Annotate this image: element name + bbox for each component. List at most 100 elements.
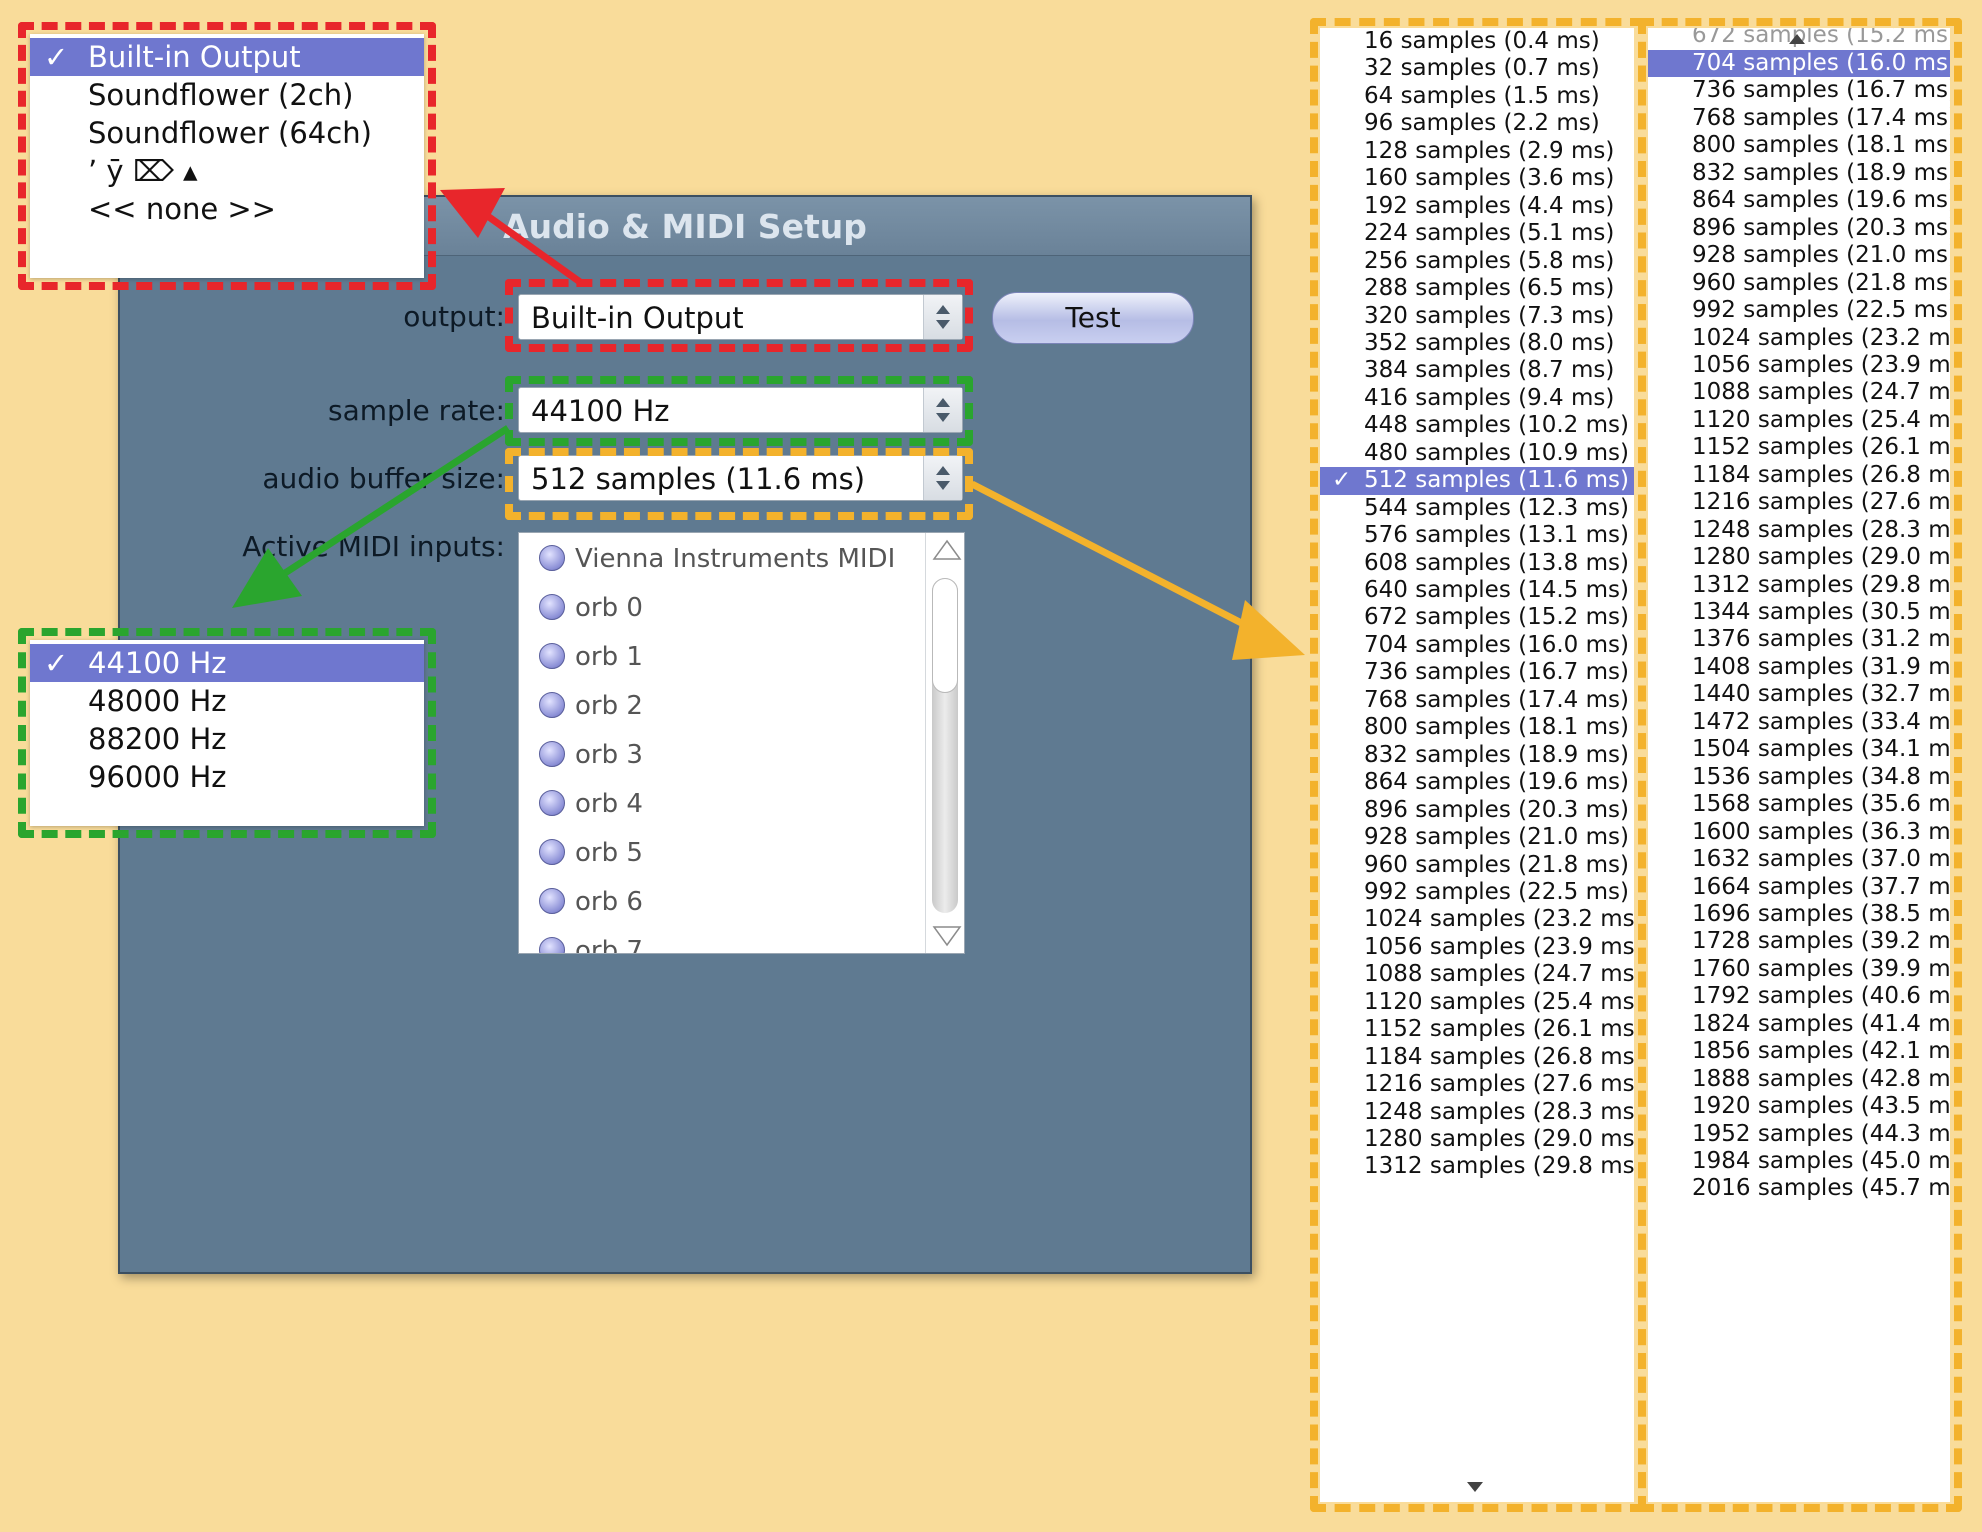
- buffer-menu-right-item[interactable]: 1952 samples (44.3 ms): [1648, 1121, 1950, 1148]
- buffer-menu-left-item[interactable]: 832 samples (18.9 ms): [1320, 742, 1634, 769]
- buffer-menu-left-item[interactable]: 416 samples (9.4 ms): [1320, 385, 1634, 412]
- buffer-menu-right-item[interactable]: 992 samples (22.5 ms): [1648, 297, 1950, 324]
- buffer-menu-right-item[interactable]: 1632 samples (37.0 ms): [1648, 846, 1950, 873]
- buffer-menu-right-item[interactable]: 768 samples (17.4 ms): [1648, 105, 1950, 132]
- buffer-menu-left-item[interactable]: 928 samples (21.0 ms): [1320, 824, 1634, 851]
- menu-item-label: 192 samples (4.4 ms): [1364, 192, 1615, 219]
- buffer-menu-left-item[interactable]: 864 samples (19.6 ms): [1320, 769, 1634, 796]
- buffer-menu-left-item[interactable]: 1216 samples (27.6 ms): [1320, 1071, 1634, 1098]
- buffer-menu-right-item[interactable]: 1056 samples (23.9 ms): [1648, 352, 1950, 379]
- buffer-menu-left-item[interactable]: 768 samples (17.4 ms): [1320, 687, 1634, 714]
- buffer-menu-right-item[interactable]: 864 samples (19.6 ms): [1648, 187, 1950, 214]
- buffer-menu-left-item[interactable]: 352 samples (8.0 ms): [1320, 330, 1634, 357]
- buffer-menu-left-item[interactable]: 1312 samples (29.8 ms): [1320, 1153, 1634, 1180]
- buffer-menu-left-item[interactable]: 736 samples (16.7 ms): [1320, 659, 1634, 686]
- checkmark-icon: ✓: [1332, 467, 1352, 494]
- buffer-menu-right-item[interactable]: 800 samples (18.1 ms): [1648, 132, 1950, 159]
- menu-item-label: 1152 samples (26.1 ms): [1364, 1016, 1634, 1043]
- buffer-menu-left-item[interactable]: 672 samples (15.2 ms): [1320, 604, 1634, 631]
- menu-item-label: 1184 samples (26.8 ms): [1364, 1043, 1634, 1070]
- buffer-menu-left-item[interactable]: 32 samples (0.7 ms): [1320, 55, 1634, 82]
- buffer-menu-left-item[interactable]: 1184 samples (26.8 ms): [1320, 1044, 1634, 1071]
- buffer-menu-right-item[interactable]: 1440 samples (32.7 ms): [1648, 681, 1950, 708]
- buffer-menu-left-item[interactable]: 1280 samples (29.0 ms): [1320, 1126, 1634, 1153]
- buffer-menu-right-item[interactable]: 928 samples (21.0 ms): [1648, 242, 1950, 269]
- buffer-menu-right-item[interactable]: 1344 samples (30.5 ms): [1648, 599, 1950, 626]
- buffer-menu-right-item[interactable]: 1376 samples (31.2 ms): [1648, 626, 1950, 653]
- buffer-menu-right-item[interactable]: 1728 samples (39.2 ms): [1648, 928, 1950, 955]
- buffer-menu-right-item[interactable]: 1856 samples (42.1 ms): [1648, 1038, 1950, 1065]
- menu-item-label: 1760 samples (39.9 ms): [1692, 955, 1950, 982]
- menu-item-label: 96 samples (2.2 ms): [1364, 110, 1600, 137]
- buffer-menu-left-item[interactable]: 384 samples (8.7 ms): [1320, 357, 1634, 384]
- buffer-menu-left-item[interactable]: 96 samples (2.2 ms): [1320, 110, 1634, 137]
- buffer-menu-right-item[interactable]: 2016 samples (45.7 ms): [1648, 1175, 1950, 1202]
- buffer-menu-right-item[interactable]: 1888 samples (42.8 ms): [1648, 1066, 1950, 1093]
- buffer-menu-right-item[interactable]: 1472 samples (33.4 ms): [1648, 709, 1950, 736]
- buffer-menu-right-item[interactable]: 1536 samples (34.8 ms): [1648, 764, 1950, 791]
- buffer-menu-right-item[interactable]: 1696 samples (38.5 ms): [1648, 901, 1950, 928]
- buffer-menu-right-item[interactable]: 1984 samples (45.0 ms): [1648, 1148, 1950, 1175]
- buffer-menu-left-item[interactable]: 608 samples (13.8 ms): [1320, 550, 1634, 577]
- buffer-menu-left-item[interactable]: 224 samples (5.1 ms): [1320, 220, 1634, 247]
- buffer-menu-right-item[interactable]: 960 samples (21.8 ms): [1648, 270, 1950, 297]
- buffer-menu-left-item[interactable]: 704 samples (16.0 ms): [1320, 632, 1634, 659]
- buffer-menu-left-item[interactable]: 288 samples (6.5 ms): [1320, 275, 1634, 302]
- buffer-menu-right-item[interactable]: 1312 samples (29.8 ms): [1648, 572, 1950, 599]
- buffer-menu-right-item[interactable]: 1024 samples (23.2 ms): [1648, 325, 1950, 352]
- buffer-menu-right-item[interactable]: 1248 samples (28.3 ms): [1648, 517, 1950, 544]
- buffer-menu-right-item[interactable]: 1568 samples (35.6 ms): [1648, 791, 1950, 818]
- buffer-menu-right-item[interactable]: 1504 samples (34.1 ms): [1648, 736, 1950, 763]
- menu-scroll-down-icon[interactable]: [1465, 1480, 1485, 1494]
- buffer-menu-right-item[interactable]: 736 samples (16.7 ms): [1648, 77, 1950, 104]
- buffer-menu-right-item[interactable]: 1088 samples (24.7 ms): [1648, 379, 1950, 406]
- buffer-menu-right-item[interactable]: 1280 samples (29.0 ms): [1648, 544, 1950, 571]
- buffer-menu-right-item[interactable]: 1216 samples (27.6 ms): [1648, 489, 1950, 516]
- buffer-menu-left-item[interactable]: 480 samples (10.9 ms): [1320, 440, 1634, 467]
- menu-item-label: 1728 samples (39.2 ms): [1692, 928, 1950, 955]
- menu-scroll-up-icon[interactable]: [1787, 32, 1807, 46]
- buffer-menu-right-item[interactable]: 1760 samples (39.9 ms): [1648, 956, 1950, 983]
- buffer-menu-left-item[interactable]: 1152 samples (26.1 ms): [1320, 1016, 1634, 1043]
- buffer-menu-right-item[interactable]: 1152 samples (26.1 ms): [1648, 434, 1950, 461]
- buffer-menu-left-item[interactable]: 192 samples (4.4 ms): [1320, 193, 1634, 220]
- buffer-menu-right-item[interactable]: 1664 samples (37.7 ms): [1648, 874, 1950, 901]
- buffer-menu-left-item[interactable]: 448 samples (10.2 ms): [1320, 412, 1634, 439]
- buffer-menu-right-item[interactable]: 1408 samples (31.9 ms): [1648, 654, 1950, 681]
- buffer-menu-right-item[interactable]: 1600 samples (36.3 ms): [1648, 819, 1950, 846]
- buffer-menu-right-item[interactable]: 896 samples (20.3 ms): [1648, 215, 1950, 242]
- buffer-menu-left-item[interactable]: 1088 samples (24.7 ms): [1320, 961, 1634, 988]
- buffer-menu-right-item[interactable]: 704 samples (16.0 ms): [1648, 50, 1950, 78]
- menu-item-label: 576 samples (13.1 ms): [1364, 522, 1629, 549]
- menu-item-label: 992 samples (22.5 ms): [1364, 878, 1629, 905]
- buffer-menu-right-item[interactable]: 1824 samples (41.4 ms): [1648, 1011, 1950, 1038]
- menu-item-label: 352 samples (8.0 ms): [1364, 329, 1615, 356]
- buffer-menu-left-item[interactable]: 992 samples (22.5 ms): [1320, 879, 1634, 906]
- buffer-menu-left-item[interactable]: 1056 samples (23.9 ms): [1320, 934, 1634, 961]
- buffer-menu-left-item[interactable]: 1120 samples (25.4 ms): [1320, 989, 1634, 1016]
- buffer-menu-left-item[interactable]: ✓ 512 samples (11.6 ms): [1320, 467, 1634, 495]
- buffer-menu-left-item[interactable]: 320 samples (7.3 ms): [1320, 303, 1634, 330]
- buffer-menu-left-item[interactable]: 544 samples (12.3 ms): [1320, 495, 1634, 522]
- menu-item-label: 832 samples (18.9 ms): [1364, 741, 1629, 768]
- buffer-menu-right-item[interactable]: 1184 samples (26.8 ms): [1648, 462, 1950, 489]
- buffer-menu-right-item[interactable]: 1120 samples (25.4 ms): [1648, 407, 1950, 434]
- buffer-menu-right-item[interactable]: 832 samples (18.9 ms): [1648, 160, 1950, 187]
- buffer-menu-left-item[interactable]: 640 samples (14.5 ms): [1320, 577, 1634, 604]
- buffer-menu-right-item[interactable]: 1920 samples (43.5 ms): [1648, 1093, 1950, 1120]
- buffer-menu-left-item[interactable]: 1248 samples (28.3 ms): [1320, 1099, 1634, 1126]
- buffer-menu-left-item[interactable]: 896 samples (20.3 ms): [1320, 797, 1634, 824]
- buffer-menu-left-item[interactable]: 160 samples (3.6 ms): [1320, 165, 1634, 192]
- buffer-menu-left-item[interactable]: 64 samples (1.5 ms): [1320, 83, 1634, 110]
- buffer-menu-left-item[interactable]: 16 samples (0.4 ms): [1320, 28, 1634, 55]
- buffer-menu-left-item[interactable]: 800 samples (18.1 ms): [1320, 714, 1634, 741]
- buffer-menu-left-item[interactable]: 960 samples (21.8 ms): [1320, 852, 1634, 879]
- buffer-menu-left-item[interactable]: 128 samples (2.9 ms): [1320, 138, 1634, 165]
- buffer-menu-left-item[interactable]: 576 samples (13.1 ms): [1320, 522, 1634, 549]
- buffer-menu-left-item[interactable]: 256 samples (5.8 ms): [1320, 248, 1634, 275]
- buffer-menu-left-item[interactable]: 1024 samples (23.2 ms): [1320, 906, 1634, 933]
- menu-item-label: 864 samples (19.6 ms): [1364, 769, 1629, 796]
- buffer-menu-right-item[interactable]: 1792 samples (40.6 ms): [1648, 983, 1950, 1010]
- orange-arrow-icon: [970, 480, 1305, 660]
- menu-item-label: 1376 samples (31.2 ms): [1692, 626, 1950, 653]
